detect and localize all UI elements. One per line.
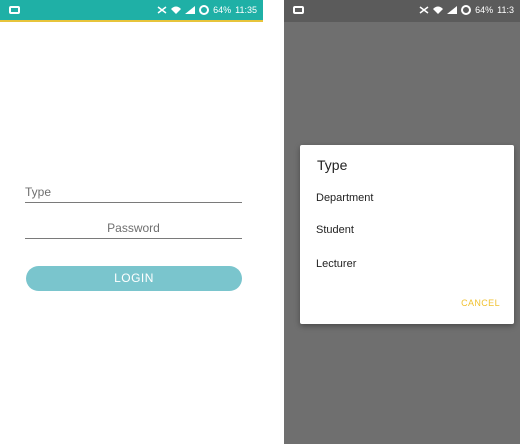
type-dialog-screen: 64% 11:3 Type Department Student Lecture… — [284, 0, 520, 444]
status-bar-indicators: 64% 11:3 — [419, 5, 514, 15]
type-field-placeholder: Type — [25, 185, 52, 199]
wifi-icon — [433, 6, 444, 14]
password-field[interactable]: Password — [25, 221, 242, 239]
status-bar: 64% 11:3 — [284, 0, 520, 22]
type-field[interactable]: Type — [25, 185, 242, 203]
cancel-button[interactable]: CANCEL — [461, 298, 500, 308]
dialog-option-lecturer[interactable]: Lecturer — [316, 258, 356, 270]
password-field-placeholder: Password — [107, 221, 160, 235]
status-time: 11:35 — [235, 5, 257, 15]
status-bar: 64% 11:35 — [0, 0, 263, 22]
dialog-option-department[interactable]: Department — [316, 192, 373, 204]
login-screen: 64% 11:35 Type Password LOGIN — [0, 0, 263, 444]
mute-vibrate-icon — [157, 6, 167, 14]
app-notification-icon — [293, 6, 304, 14]
type-dialog: Type Department Student Lecturer CANCEL — [300, 145, 514, 324]
dialog-option-student[interactable]: Student — [316, 224, 354, 236]
clock-icon — [461, 5, 472, 15]
mute-vibrate-icon — [419, 6, 429, 14]
battery-percentage: 64% — [213, 5, 232, 15]
clock-icon — [199, 5, 210, 15]
signal-icon — [185, 6, 196, 14]
status-bar-indicators: 64% 11:35 — [157, 5, 257, 15]
dialog-title: Type — [317, 157, 348, 173]
login-button[interactable]: LOGIN — [26, 266, 242, 291]
status-time: 11:3 — [497, 5, 514, 15]
app-notification-icon — [9, 6, 20, 14]
wifi-icon — [171, 6, 182, 14]
battery-percentage: 64% — [475, 5, 494, 15]
signal-icon — [447, 6, 458, 14]
